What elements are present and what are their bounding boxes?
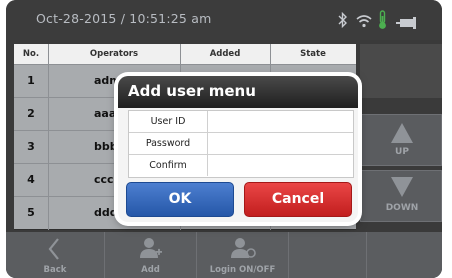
blank-toolbar-button <box>288 232 366 278</box>
up-button[interactable]: UP <box>360 114 442 166</box>
user-id-input[interactable] <box>208 111 352 132</box>
datetime-display: Oct-28-2015 / 10:51:25 am <box>36 11 212 26</box>
down-label: DOWN <box>385 203 419 213</box>
device-screen: Oct-28-2015 / 10:51:25 am No. Operators … <box>0 0 452 278</box>
table-header: No. Operators Added State <box>14 44 356 64</box>
column-header-operators: Operators <box>89 49 139 59</box>
row-operator: cccc <box>94 173 121 186</box>
back-button[interactable]: Back <box>6 232 104 278</box>
dialog-title: Add user menu <box>128 82 256 100</box>
blank-toolbar-button <box>366 232 442 278</box>
login-toggle-label: Login ON/OFF <box>209 265 276 275</box>
column-header-state: State <box>300 49 326 59</box>
row-number: 1 <box>27 74 35 87</box>
confirm-input[interactable] <box>208 155 352 176</box>
cancel-button[interactable]: Cancel <box>244 182 352 217</box>
bluetooth-icon <box>338 11 348 32</box>
add-button[interactable]: Add <box>104 232 196 278</box>
user-id-row: User ID <box>129 111 353 133</box>
battery-icon <box>396 14 418 33</box>
up-arrow-icon <box>391 123 413 143</box>
chevron-left-icon <box>48 238 59 260</box>
column-header-no: No. <box>22 49 40 59</box>
row-number: 4 <box>27 173 35 186</box>
add-user-icon <box>140 238 162 258</box>
down-arrow-icon <box>391 177 413 197</box>
ok-button[interactable]: OK <box>126 182 234 217</box>
dialog-title-bar: Add user menu <box>118 76 358 108</box>
confirm-label: Confirm <box>129 155 208 176</box>
bottom-toolbar: Back Add Login ON/OFF <box>6 232 442 278</box>
status-bar: Oct-28-2015 / 10:51:25 am <box>6 0 442 40</box>
wifi-icon <box>356 13 372 32</box>
side-panel-blank <box>360 44 442 98</box>
password-row: Password <box>129 133 353 155</box>
password-label: Password <box>129 133 208 154</box>
device-panel: Oct-28-2015 / 10:51:25 am No. Operators … <box>6 0 442 278</box>
back-label: Back <box>43 265 67 275</box>
user-login-icon <box>231 238 256 258</box>
temperature-icon <box>378 10 387 34</box>
add-label: Add <box>141 265 160 275</box>
add-user-form: User ID Password Confirm <box>128 110 354 178</box>
up-label: UP <box>395 147 409 157</box>
login-toggle-button[interactable]: Login ON/OFF <box>196 232 288 278</box>
add-user-dialog: Add user menu User ID Password Confirm O… <box>118 76 358 222</box>
down-button[interactable]: DOWN <box>360 170 442 222</box>
row-number: 5 <box>27 206 35 219</box>
column-divider <box>48 44 49 230</box>
password-input[interactable] <box>208 133 352 154</box>
row-number: 2 <box>27 107 35 120</box>
user-id-label: User ID <box>129 111 208 132</box>
row-number: 3 <box>27 140 35 153</box>
column-header-added: Added <box>209 49 241 59</box>
confirm-row: Confirm <box>129 155 353 177</box>
